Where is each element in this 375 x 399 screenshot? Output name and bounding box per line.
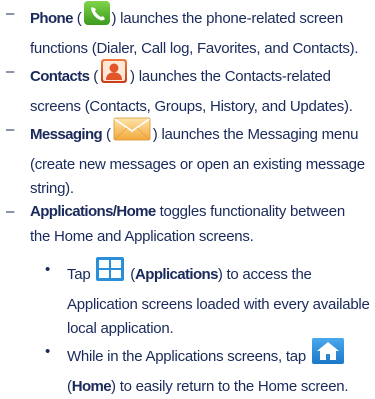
home-icon [311,338,345,373]
sub-text-before: Tap [67,266,91,284]
phone-icon [83,0,111,35]
envelope-icon [112,116,152,151]
item-title: Messaging [30,126,103,144]
open-paren: ( [76,10,82,28]
open-paren: ( [93,68,99,86]
manual-page: – Phone ( ) launches the phone-related s… [0,0,375,395]
sub-text-before: While in the Applications screens, tap [67,348,306,366]
bullet-marker: • [45,343,51,360]
bullet-marker: • [45,261,51,278]
contacts-icon [99,58,129,93]
sub-bold-text: Home [71,377,112,395]
list-item-applications-home: – Applications/Home toggles functionalit… [6,200,368,249]
item-title: Phone [30,10,73,28]
item-title: Contacts [30,68,90,86]
list-item-contacts: – Contacts ( ) launches the Contacts-rel… [6,58,368,119]
applications-grid-icon [95,256,125,291]
dash-marker: – [6,5,15,22]
dash-marker: – [6,63,15,80]
sub-text-after: ) to easily return to the Home screen. [111,377,349,395]
sub-item-home: • While in the Applications screens, tap… [45,338,370,399]
list-item-messaging: – Messaging ( ) launches the Messaging m… [6,116,368,202]
sub-item-applications: • Tap (Applications) to access the Appli… [45,256,370,342]
sub-bold-text: Applications [135,266,218,284]
list-item-phone: – Phone ( ) launches the phone-related s… [6,0,368,61]
dash-marker: – [6,121,15,138]
open-paren: ( [106,126,111,144]
dash-marker: – [6,203,15,220]
item-title: Applications/Home [30,203,156,220]
